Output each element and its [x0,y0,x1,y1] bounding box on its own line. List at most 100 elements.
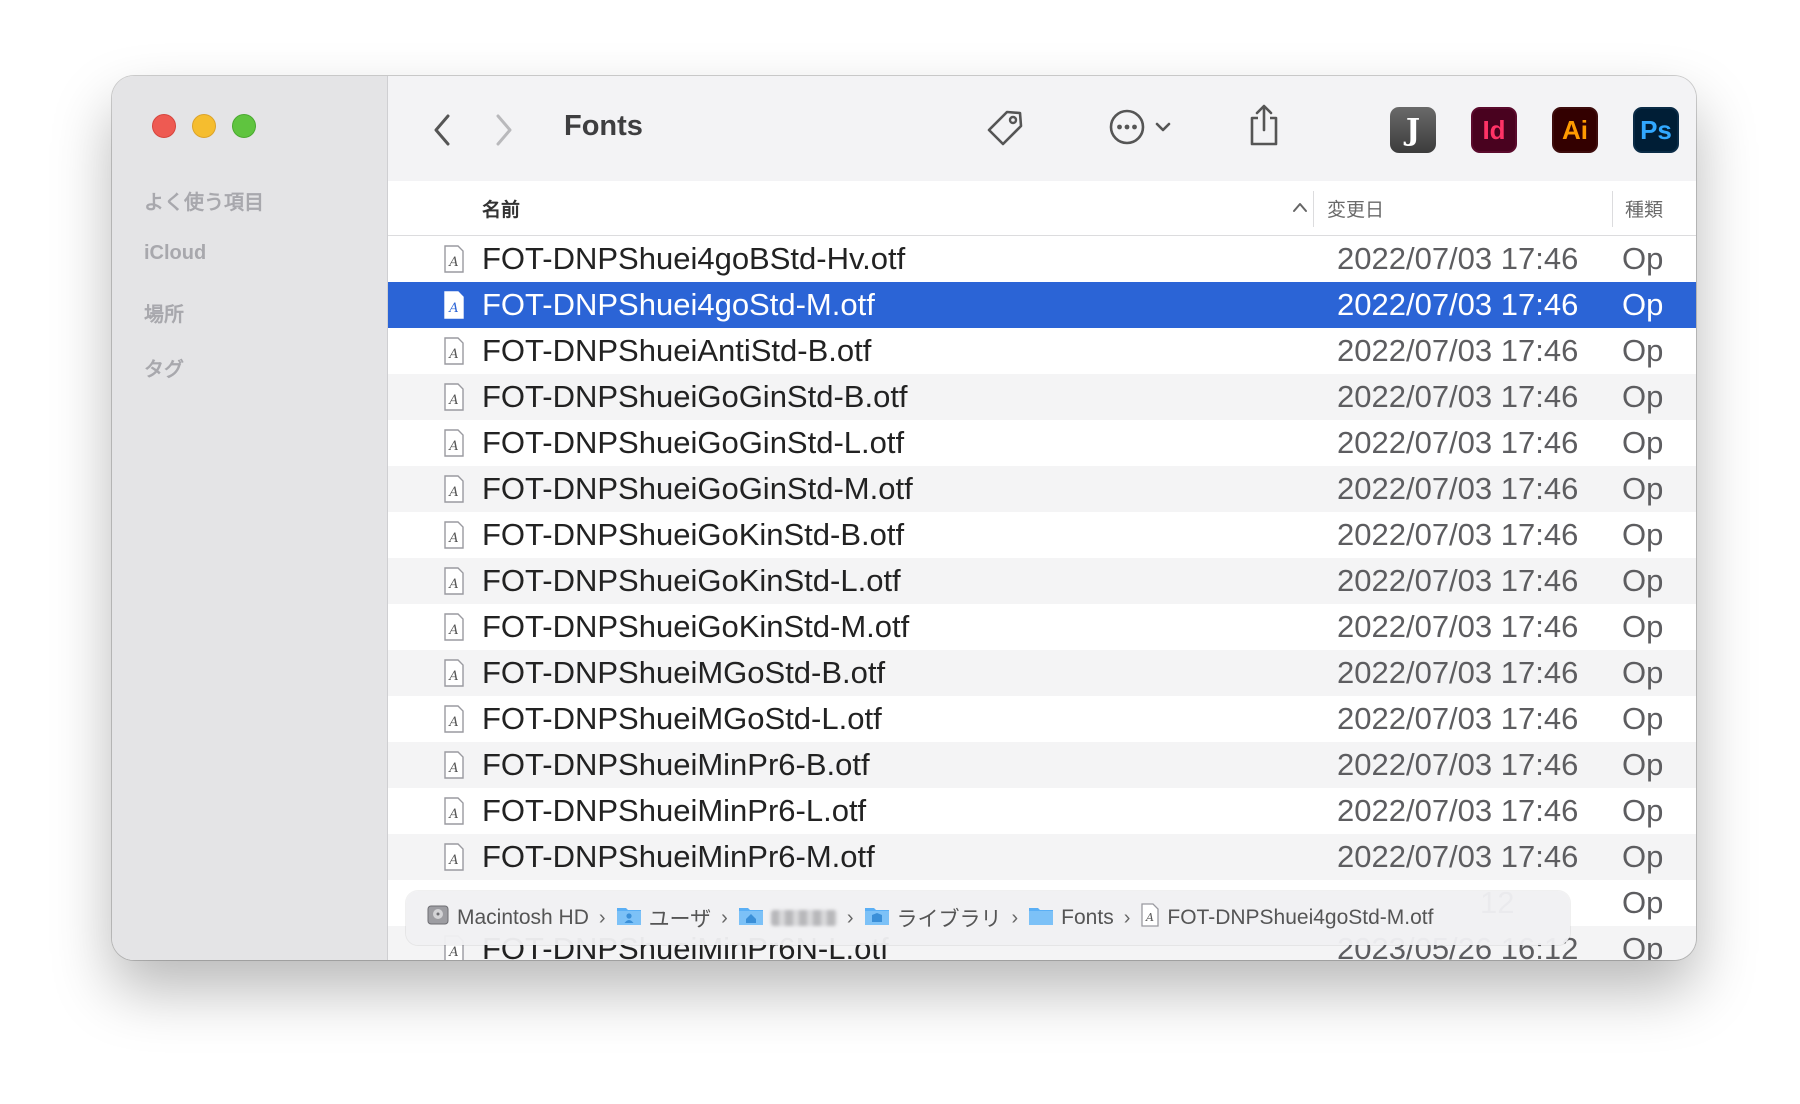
ellipsis-circle-icon [1109,109,1145,145]
redacted-username [770,910,837,926]
column-name[interactable]: 名前 [482,195,520,222]
svg-text:A: A [448,531,458,546]
font-file-icon: A [443,244,465,281]
file-row[interactable]: A FOT-DNPShueiGoKinStd-M.otf 2022/07/03 17… [388,604,1696,650]
minimize-button[interactable] [192,114,216,138]
toolbar: Fonts J Id Ai Ps [388,76,1696,182]
path-crumb[interactable]: ユーザ [616,903,711,933]
path-crumb-label: FOT-DNPShuei4goStd-M.otf [1167,906,1434,929]
font-file-icon: A [443,750,465,787]
file-name: FOT-DNPShueiGoGinStd-M.otf [482,470,913,506]
file-name: FOT-DNPShueiGoKinStd-L.otf [482,562,901,598]
photoshop-app-icon[interactable]: Ps [1633,107,1679,153]
file-kind: Op [1622,378,1664,414]
file-row[interactable]: A FOT-DNPShueiMGoStd-L.otf 2022/07/03 17:4… [388,696,1696,742]
path-crumb[interactable]: ライブラリ [864,903,1002,933]
chevron-right-icon [496,114,512,146]
file-kind: Op [1622,562,1664,598]
column-divider[interactable] [1313,191,1314,227]
path-crumb-label: ライブラリ [896,908,1002,931]
window-title: Fonts [564,110,643,142]
file-name: FOT-DNPShueiMGoStd-B.otf [482,654,886,690]
file-row[interactable]: A FOT-DNPShueiAntiStd-B.otf 2022/07/03 17:… [388,328,1696,374]
file-kind: Op [1622,332,1664,368]
column-header: 名前 変更日 種類 [388,181,1696,236]
file-name: FOT-DNPShueiGoGinStd-B.otf [482,378,908,414]
file-row[interactable]: A FOT-DNPShueiMinPr6-M.otf 2022/07/03 17:4… [388,833,1696,880]
path-crumb[interactable] [738,904,837,932]
file-row[interactable]: A FOT-DNPShueiMGoStd-B.otf 2022/07/03 17:4… [388,649,1696,696]
font-file-icon: A [443,382,465,419]
file-date-modified: 2022/07/03 17:46 [1337,286,1579,322]
file-date-modified: 2022/07/03 17:46 [1337,608,1579,644]
path-crumb[interactable]: Fonts [1028,904,1114,932]
sidebar-section-locations[interactable]: 場所 [144,298,184,327]
file-kind: Op [1622,930,1664,961]
svg-text:A: A [448,761,458,776]
indesign-app-icon[interactable]: Id [1471,107,1517,153]
sidebar-section-favorites[interactable]: よく使う項目 [144,186,264,215]
jedit-app-icon[interactable]: J [1390,107,1436,153]
file-row[interactable]: A FOT-DNPShueiGoKinStd-B.otf 2022/07/03 17… [388,512,1696,558]
file-date-modified: 2022/07/03 17:46 [1337,240,1579,276]
illustrator-app-icon[interactable]: Ai [1552,107,1598,153]
font-file-icon: A [443,336,465,373]
file-kind: Op [1622,792,1664,828]
path-bar: Macintosh HD › ユーザ › › ライブラリ › Fonts › A FOT-DNPSh… [406,891,1570,945]
action-menu-button[interactable] [1108,108,1172,146]
file-date-modified: 2022/07/03 17:46 [1337,654,1579,690]
font-file-icon: A [443,612,465,649]
path-crumb[interactable]: A FOT-DNPShuei4goStd-M.otf [1140,903,1433,933]
path-separator-icon: › [1123,906,1131,929]
file-name: FOT-DNPShueiMinPr6-B.otf [482,746,870,782]
column-kind[interactable]: 種類 [1625,195,1663,222]
file-row[interactable]: A FOT-DNPShueiGoGinStd-L.otf 2022/07/03 17… [388,420,1696,466]
file-name: FOT-DNPShueiGoKinStd-B.otf [482,516,905,552]
svg-text:A: A [448,669,458,684]
path-separator-icon: › [1011,906,1019,929]
file-row[interactable]: A FOT-DNPShueiGoGinStd-B.otf 2022/07/03 17… [388,373,1696,420]
file-kind: Op [1622,516,1664,552]
file-row[interactable]: A FOT-DNPShueiGoKinStd-L.otf 2022/07/03 17… [388,557,1696,604]
file-name: FOT-DNPShueiGoKinStd-M.otf [482,608,910,644]
font-file-icon: A [443,428,465,465]
file-kind: Op [1622,700,1664,736]
file-kind: Op [1622,240,1664,276]
font-file-icon: A [443,290,465,327]
path-crumb-label: Macintosh HD [457,906,589,929]
file-row[interactable]: A FOT-DNPShueiMinPr6-L.otf 2022/07/03 17:4… [388,788,1696,834]
sidebar-section-icloud[interactable]: iCloud [144,242,206,265]
sort-ascending-icon[interactable] [1291,197,1309,219]
folder-library-icon [864,904,890,932]
file-date-modified: 2022/07/03 17:46 [1337,700,1579,736]
file-name: FOT-DNPShueiMinPr6-M.otf [482,838,875,874]
path-crumb[interactable]: Macintosh HD [426,903,589,933]
zoom-button[interactable] [232,114,256,138]
svg-text:A: A [448,393,458,408]
column-date-modified[interactable]: 変更日 [1327,195,1384,222]
file-name: FOT-DNPShueiMGoStd-L.otf [482,700,882,736]
svg-text:A: A [448,577,458,592]
file-row[interactable]: A FOT-DNPShuei4goStd-M.otf 2022/07/03 17:4… [388,281,1696,328]
chevron-down-icon [1155,122,1171,132]
svg-text:A: A [448,255,458,270]
close-button[interactable] [152,114,176,138]
font-file-icon: A [443,520,465,557]
column-divider[interactable] [1612,191,1613,227]
file-date-modified: 2022/07/03 17:46 [1337,470,1579,506]
file-row[interactable]: A FOT-DNPShueiGoGinStd-M.otf 2022/07/03 17… [388,465,1696,512]
file-kind: Op [1622,654,1664,690]
path-separator-icon: › [846,906,854,929]
tag-icon [987,110,1023,146]
file-row[interactable]: A FOT-DNPShuei4goBStd-Hv.otf 2022/07/03 17… [388,236,1696,282]
path-separator-icon: › [598,906,606,929]
file-row[interactable]: A FOT-DNPShueiMinPr6-B.otf 2022/07/03 17:4… [388,741,1696,788]
share-button[interactable] [1246,102,1282,153]
sidebar-section-tags[interactable]: タグ [144,353,184,382]
home-folder-icon [738,904,764,932]
file-kind: Op [1622,838,1664,874]
svg-text:A: A [448,623,458,638]
forward-button[interactable] [488,110,520,150]
tag-button[interactable] [983,106,1027,155]
back-button[interactable] [426,110,458,150]
